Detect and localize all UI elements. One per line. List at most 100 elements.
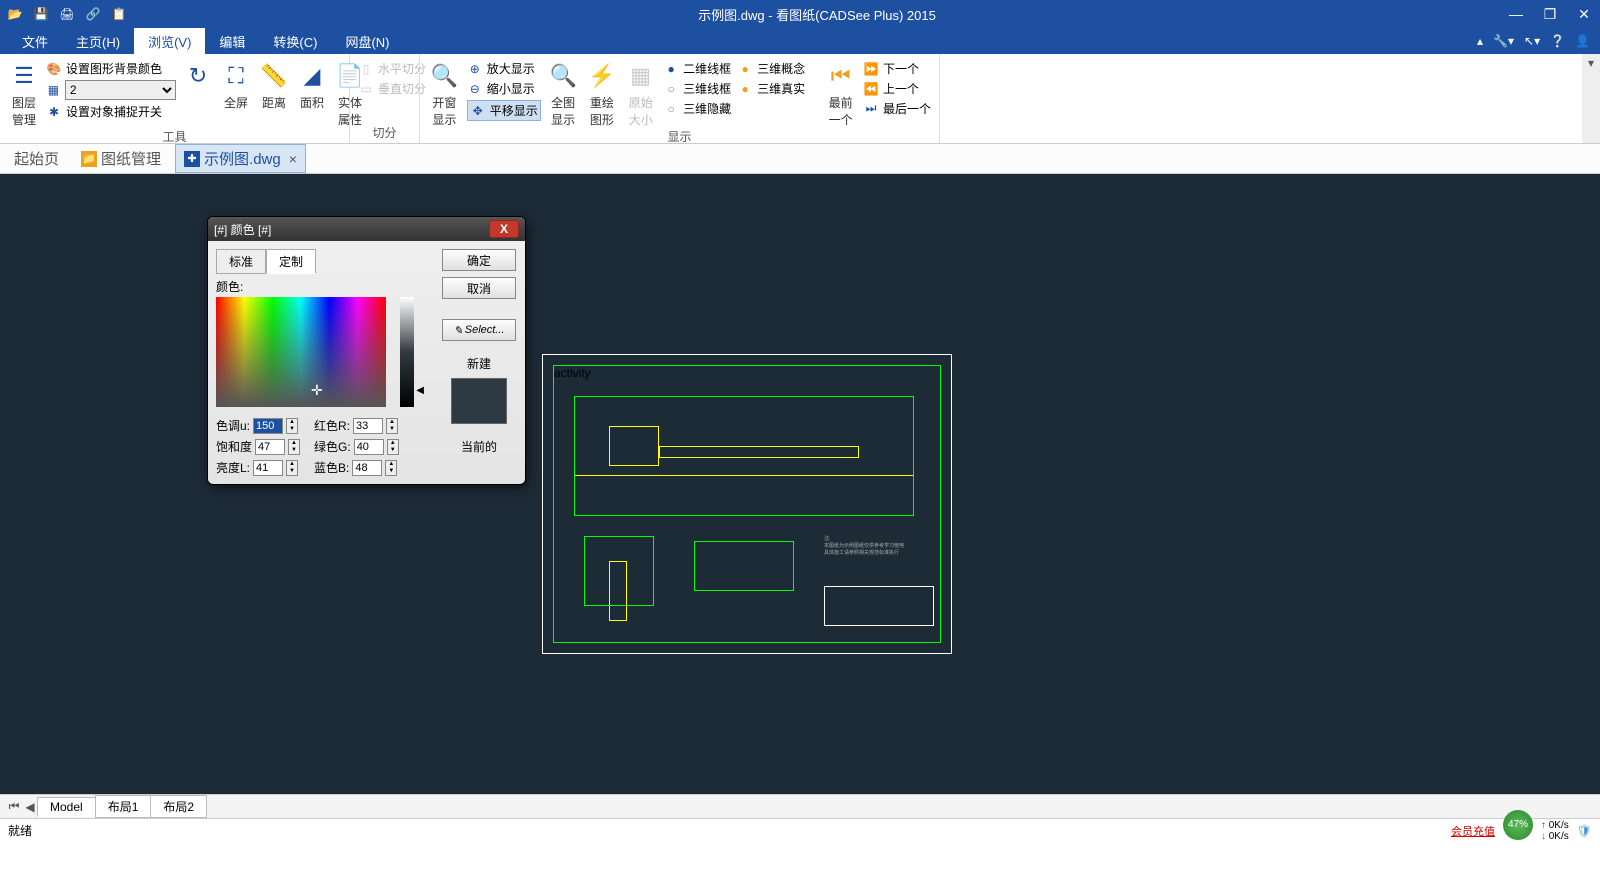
zoom-in-icon: ⊕ <box>467 61 483 77</box>
drawing-border: activity 注:本图纸为示例图纸仅供参考学习使用具体施工请参照相关规范标准… <box>553 365 941 643</box>
dot-icon: ● <box>737 61 753 77</box>
layer-mgmt-button[interactable]: ☰ 图层管理 <box>8 60 40 128</box>
progress-circle[interactable]: 47% <box>1503 810 1533 840</box>
dialog-close-button[interactable]: X <box>489 220 519 238</box>
color-cursor-icon: ✛ <box>311 382 323 399</box>
tab-nav-first[interactable]: ⏮ <box>6 799 22 814</box>
zoom-all-button[interactable]: 🔍全图显示 <box>547 60 580 128</box>
pan-button[interactable]: ✥平移显示 <box>467 100 541 121</box>
maximize-button[interactable]: ❐ <box>1540 4 1560 24</box>
shield-icon[interactable]: 🛡 <box>1577 824 1592 838</box>
menu-cloud[interactable]: 网盘(N) <box>331 28 403 55</box>
ok-button[interactable]: 确定 <box>442 249 516 271</box>
color-field[interactable]: ✛ <box>216 297 386 407</box>
tab-model[interactable]: Model <box>37 797 96 817</box>
spinner[interactable]: ▲▼ <box>385 460 397 476</box>
drawing-viewport[interactable]: activity 注:本图纸为示例图纸仅供参考学习使用具体施工请参照相关规范标准… <box>542 354 952 654</box>
redraw-button[interactable]: ⚡重绘图形 <box>586 60 619 128</box>
sat-row: 饱和度▲▼ <box>216 438 300 455</box>
down-arrow-icon: ↓ <box>1541 831 1546 842</box>
area-button[interactable]: ◢面积 <box>296 60 328 111</box>
3d-wire-button[interactable]: ○三维线框 <box>663 80 731 97</box>
prev-icon: ⏪ <box>863 81 879 97</box>
refresh-button[interactable]: ↻ <box>182 60 214 94</box>
cancel-button[interactable]: 取消 <box>442 277 516 299</box>
minimize-button[interactable]: — <box>1506 4 1526 24</box>
status-ready: 就绪 <box>8 822 32 839</box>
menu-browse[interactable]: 浏览(V) <box>134 28 205 55</box>
dialog-title: [#] 颜色 [#] <box>214 221 271 238</box>
snap-toggle-button[interactable]: ✱设置对象捕捉开关 <box>46 103 176 120</box>
cursor-icon[interactable]: ↖▾ <box>1524 34 1540 48</box>
spinner[interactable]: ▲▼ <box>288 439 300 455</box>
color-picker-row: ✛ ◀ <box>216 297 431 407</box>
distance-button[interactable]: 📏距离 <box>258 60 290 111</box>
menubar-right: ▴ 🔧▾ ↖▾ ❔ 👤 <box>1477 34 1600 48</box>
fullscreen-button[interactable]: ⛶全屏 <box>220 60 252 111</box>
spinner[interactable]: ▲▼ <box>387 439 399 455</box>
open-icon[interactable]: 📂 <box>6 5 24 23</box>
close-button[interactable]: ✕ <box>1574 4 1594 24</box>
tab-standard[interactable]: 标准 <box>216 249 266 274</box>
prev-button[interactable]: ⏪上一个 <box>863 80 931 97</box>
help-icon[interactable]: ❔ <box>1550 34 1565 48</box>
tab-start[interactable]: 起始页 <box>6 145 67 172</box>
zoom-in-button[interactable]: ⊕放大显示 <box>467 60 541 77</box>
current-label: 当前的 <box>461 438 497 455</box>
tab-layout1[interactable]: 布局1 <box>95 795 152 818</box>
menu-home[interactable]: 主页(H) <box>62 28 134 55</box>
grid2-icon: ▦ <box>625 60 657 92</box>
lum-arrow-icon: ◀ <box>416 385 424 396</box>
hue-input[interactable] <box>253 418 283 434</box>
link-icon[interactable]: 🔗 <box>84 5 102 23</box>
blue-input[interactable] <box>352 460 382 476</box>
tab-nav-prev[interactable]: ◀ <box>22 800 38 814</box>
nav-list: ⏩下一个 ⏪上一个 ⏭最后一个 <box>863 60 931 117</box>
3d-hide-button[interactable]: ○三维隐藏 <box>663 100 731 117</box>
print-icon[interactable]: 🖨 <box>58 5 76 23</box>
first-button[interactable]: ⏮最前一个 <box>824 60 857 128</box>
red-input[interactable] <box>353 418 383 434</box>
rgb-inputs: 红色R:▲▼ 绿色G:▲▼ 蓝色B:▲▼ <box>314 417 399 476</box>
luminance-slider[interactable]: ◀ <box>400 297 414 407</box>
ribbon-group-tools: ☰ 图层管理 🎨设置图形背景颜色 ▦2 ✱设置对象捕捉开关 ↻ ⛶全屏 📏距离 … <box>0 54 350 143</box>
select-button[interactable]: ✎Select... <box>442 319 516 341</box>
triangle-icon[interactable]: ▴ <box>1477 34 1483 48</box>
bg-color-button[interactable]: 🎨设置图形背景颜色 <box>46 60 176 77</box>
tab-file[interactable]: ✚示例图.dwg× <box>175 144 306 173</box>
3d-concept-button[interactable]: ●三维概念 <box>737 60 805 77</box>
spinner[interactable]: ▲▼ <box>386 418 398 434</box>
tab-custom[interactable]: 定制 <box>266 249 316 274</box>
dialog-titlebar[interactable]: [#] 颜色 [#] X <box>208 217 525 241</box>
tab-layout2[interactable]: 布局2 <box>150 795 207 818</box>
wrench-icon[interactable]: 🔧▾ <box>1493 34 1514 48</box>
copy-icon[interactable]: 📋 <box>110 5 128 23</box>
ribbon-collapse-button[interactable]: ▾ <box>1582 54 1600 143</box>
sat-input[interactable] <box>255 439 285 455</box>
green-input[interactable] <box>354 439 384 455</box>
spinner[interactable]: ▲▼ <box>286 418 298 434</box>
user-icon[interactable]: 👤 <box>1575 34 1590 48</box>
lum-input[interactable] <box>253 460 283 476</box>
2d-wire-button[interactable]: ●二维线框 <box>663 60 731 77</box>
status-right: 会员充值 47% ↑ 0K/s ↓ 0K/s 🛡 <box>1451 816 1592 846</box>
3d-real-button[interactable]: ●三维真实 <box>737 80 805 97</box>
menu-file[interactable]: 文件 <box>8 28 62 55</box>
save-icon[interactable]: 💾 <box>32 5 50 23</box>
tab-close-button[interactable]: × <box>289 151 297 167</box>
next-button[interactable]: ⏩下一个 <box>863 60 931 77</box>
last-button[interactable]: ⏭最后一个 <box>863 100 931 117</box>
canvas[interactable]: activity 注:本图纸为示例图纸仅供参考学习使用具体施工请参照相关规范标准… <box>0 174 1600 794</box>
tab-mgmt[interactable]: 📁图纸管理 <box>73 145 169 172</box>
zoom-window-icon: 🔍 <box>428 60 460 92</box>
member-link[interactable]: 会员充值 <box>1451 823 1495 839</box>
window-zoom-button[interactable]: 🔍开窗显示 <box>428 60 461 128</box>
new-color-swatch <box>451 378 507 424</box>
menu-convert[interactable]: 转换(C) <box>259 28 331 55</box>
ribbon-group-split: ▯水平切分 ▭垂直切分 切分 <box>350 54 420 143</box>
dw-rect <box>609 426 659 466</box>
layer-combo[interactable]: 2 <box>65 80 176 100</box>
menu-edit[interactable]: 编辑 <box>205 28 259 55</box>
zoom-out-button[interactable]: ⊖缩小显示 <box>467 80 541 97</box>
spinner[interactable]: ▲▼ <box>286 460 298 476</box>
